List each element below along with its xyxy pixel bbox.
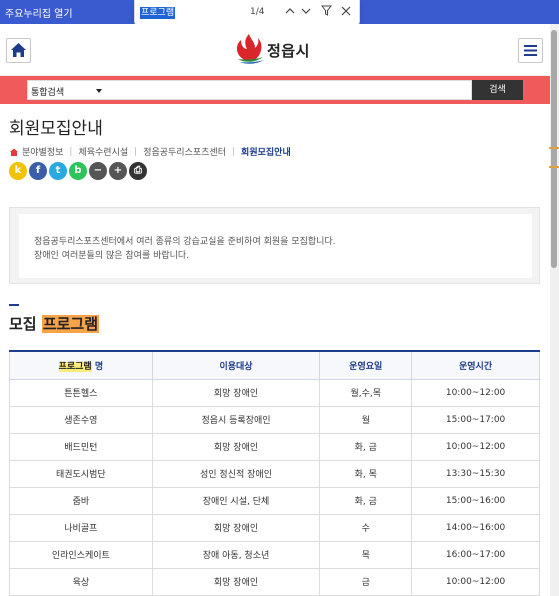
program-name-cell: 줌바 <box>9 486 153 515</box>
days-cell: 목 <box>319 540 413 569</box>
zoom-out-icon[interactable]: − <box>89 162 107 180</box>
zoom-in-icon[interactable]: + <box>109 162 127 180</box>
facebook-icon[interactable]: f <box>29 162 47 180</box>
program-header-rest: 명 <box>91 361 104 372</box>
table-row: 튼튼헬스 회망 장애인 월,수,목 10:00~12:00 <box>9 378 540 407</box>
breadcrumb-current: 회원모집안내 <box>241 148 291 158</box>
table-row: 생존수영 정읍시 등록장애인 월 15:00~17:00 <box>9 405 540 434</box>
search-input[interactable]: 통합검색 <box>27 80 472 100</box>
scrollbar-thumb[interactable] <box>551 30 557 268</box>
hours-cell: 13:30~15:30 <box>411 459 540 488</box>
target-cell: 회망 장애인 <box>151 378 321 407</box>
target-cell: 장애인 시설, 단체 <box>151 486 321 515</box>
target-cell: 회망 장애인 <box>151 567 321 596</box>
table-row: 줌바 장애인 시설, 단체 화, 금 15:00~16:00 <box>9 486 540 515</box>
scroll-match-marker <box>549 166 559 168</box>
band-icon[interactable]: b <box>69 162 87 180</box>
program-name-cell: 태권도시범단 <box>9 459 153 488</box>
home-icon <box>11 43 26 57</box>
section-marker <box>9 304 19 306</box>
program-name-cell: 생존수영 <box>9 405 153 434</box>
days-cell: 월,수,목 <box>319 378 413 407</box>
hours-cell: 15:00~16:00 <box>411 486 540 515</box>
table-row: 태권도시범단 성인 정신적 장애인 화, 목 13:30~15:30 <box>9 459 540 488</box>
program-name-cell: 인라인스케이트 <box>9 540 153 569</box>
breadcrumb-item[interactable]: 체육수련시설 <box>78 145 128 158</box>
open-sites-label[interactable]: 주요누리집 열기 <box>5 5 73 20</box>
scroll-match-marker <box>549 147 559 149</box>
print-icon[interactable]: ⎙ <box>129 162 147 180</box>
find-close-icon[interactable] <box>337 4 355 22</box>
column-header-days: 운영요일 <box>319 350 413 380</box>
breadcrumb-separator: | <box>69 146 73 157</box>
page-title: 회원모집안내 <box>9 119 103 139</box>
program-name-cell: 육상 <box>9 567 153 596</box>
column-header-program: 프로그램 명 <box>9 350 153 380</box>
target-cell: 회망 장애인 <box>151 432 321 461</box>
target-cell: 정읍시 등록장애인 <box>151 405 321 434</box>
hours-cell: 16:00~17:00 <box>411 540 540 569</box>
site-header: 정읍시 <box>0 24 550 76</box>
find-query-input[interactable]: 프로그램 <box>140 7 176 19</box>
table-row: 육상 회망 장애인 금 10:00~12:00 <box>9 567 540 596</box>
kakaostory-icon[interactable]: k <box>9 162 27 180</box>
section-title: 모집 프로그램 <box>9 313 100 334</box>
hamburger-icon <box>524 45 537 56</box>
hours-cell: 10:00~12:00 <box>411 432 540 461</box>
section-title-prefix: 모집 <box>9 315 42 333</box>
home-button[interactable] <box>6 38 31 63</box>
hours-cell: 10:00~12:00 <box>411 378 540 407</box>
program-name-cell: 나비골프 <box>9 513 153 542</box>
hours-cell: 10:00~12:00 <box>411 567 540 596</box>
breadcrumb: 분야별정보 | 체육수련시설 | 정읍공두리스포츠센터 | 회원모집안내 <box>9 145 291 158</box>
days-cell: 금 <box>319 567 413 596</box>
table-row: 나비골프 회망 장애인 수 14:00~16:00 <box>9 513 540 542</box>
program-name-cell: 배드민턴 <box>9 432 153 461</box>
days-cell: 화, 금 <box>319 432 413 461</box>
column-header-target: 이용대상 <box>151 350 321 380</box>
menu-button[interactable] <box>518 38 543 63</box>
twitter-icon[interactable]: t <box>49 162 67 180</box>
table-body: 튼튼헬스 회망 장애인 월,수,목 10:00~12:00 생존수영 정읍시 등록장애인 월… <box>9 378 540 596</box>
target-cell: 장애 아동, 청소년 <box>151 540 321 569</box>
breadcrumb-separator: | <box>232 146 236 157</box>
program-name-cell: 튼튼헬스 <box>9 378 153 407</box>
intro-line-2: 장애인 여러분들의 많은 참여를 바랍니다. <box>34 251 190 261</box>
intro-box: 정읍공두리스포츠센터에서 여러 종류의 강습교실을 준비하여 회원을 모집합니다… <box>9 207 540 284</box>
hours-cell: 15:00~17:00 <box>411 405 540 434</box>
hours-cell: 14:00~16:00 <box>411 513 540 542</box>
table-header-row: 프로그램 명 이용대상 운영요일 운영시간 <box>9 350 540 380</box>
find-next-icon[interactable] <box>297 4 315 22</box>
days-cell: 화, 목 <box>319 459 413 488</box>
intro-line-1: 정읍공두리스포츠센터에서 여러 종류의 강습교실을 준비하여 회원을 모집합니다… <box>34 237 336 247</box>
share-toolbar: k f t b − + ⎙ <box>9 162 147 180</box>
days-cell: 수 <box>319 513 413 542</box>
days-cell: 월 <box>319 405 413 434</box>
table-row: 배드민턴 회망 장애인 화, 금 10:00~12:00 <box>9 432 540 461</box>
column-header-hours: 운영시간 <box>411 350 540 380</box>
search-button[interactable]: 검색 <box>472 80 523 100</box>
chevron-down-icon <box>96 89 102 93</box>
breadcrumb-separator: | <box>134 146 138 157</box>
breadcrumb-item[interactable]: 분야별정보 <box>22 145 63 158</box>
days-cell: 화, 금 <box>319 486 413 515</box>
logo-text[interactable]: 정읍시 <box>267 40 310 61</box>
program-table: 프로그램 명 이용대상 운영요일 운영시간 튼튼헬스 회망 장애인 월,수,목 10:… <box>9 350 540 596</box>
target-cell: 성인 정신적 장애인 <box>151 459 321 488</box>
target-cell: 회망 장애인 <box>151 513 321 542</box>
breadcrumb-home-icon[interactable] <box>9 147 19 157</box>
breadcrumb-item[interactable]: 정읍공두리스포츠센터 <box>143 145 226 158</box>
search-scope-select[interactable]: 통합검색 <box>31 85 64 98</box>
find-bar: 프로그램 1/4 <box>134 0 360 27</box>
find-match-count: 1/4 <box>250 7 265 17</box>
page: 주요누리집 열기 프로그램 1/4 정읍시 통합검색 검색 회원모집안내 분야별… <box>0 0 559 596</box>
program-header-highlight: 프로그램 <box>58 361 92 372</box>
table-row: 인라인스케이트 장애 아동, 청소년 목 16:00~17:00 <box>9 540 540 569</box>
find-filter-icon[interactable] <box>317 4 335 22</box>
section-title-highlight: 프로그램 <box>41 315 100 333</box>
